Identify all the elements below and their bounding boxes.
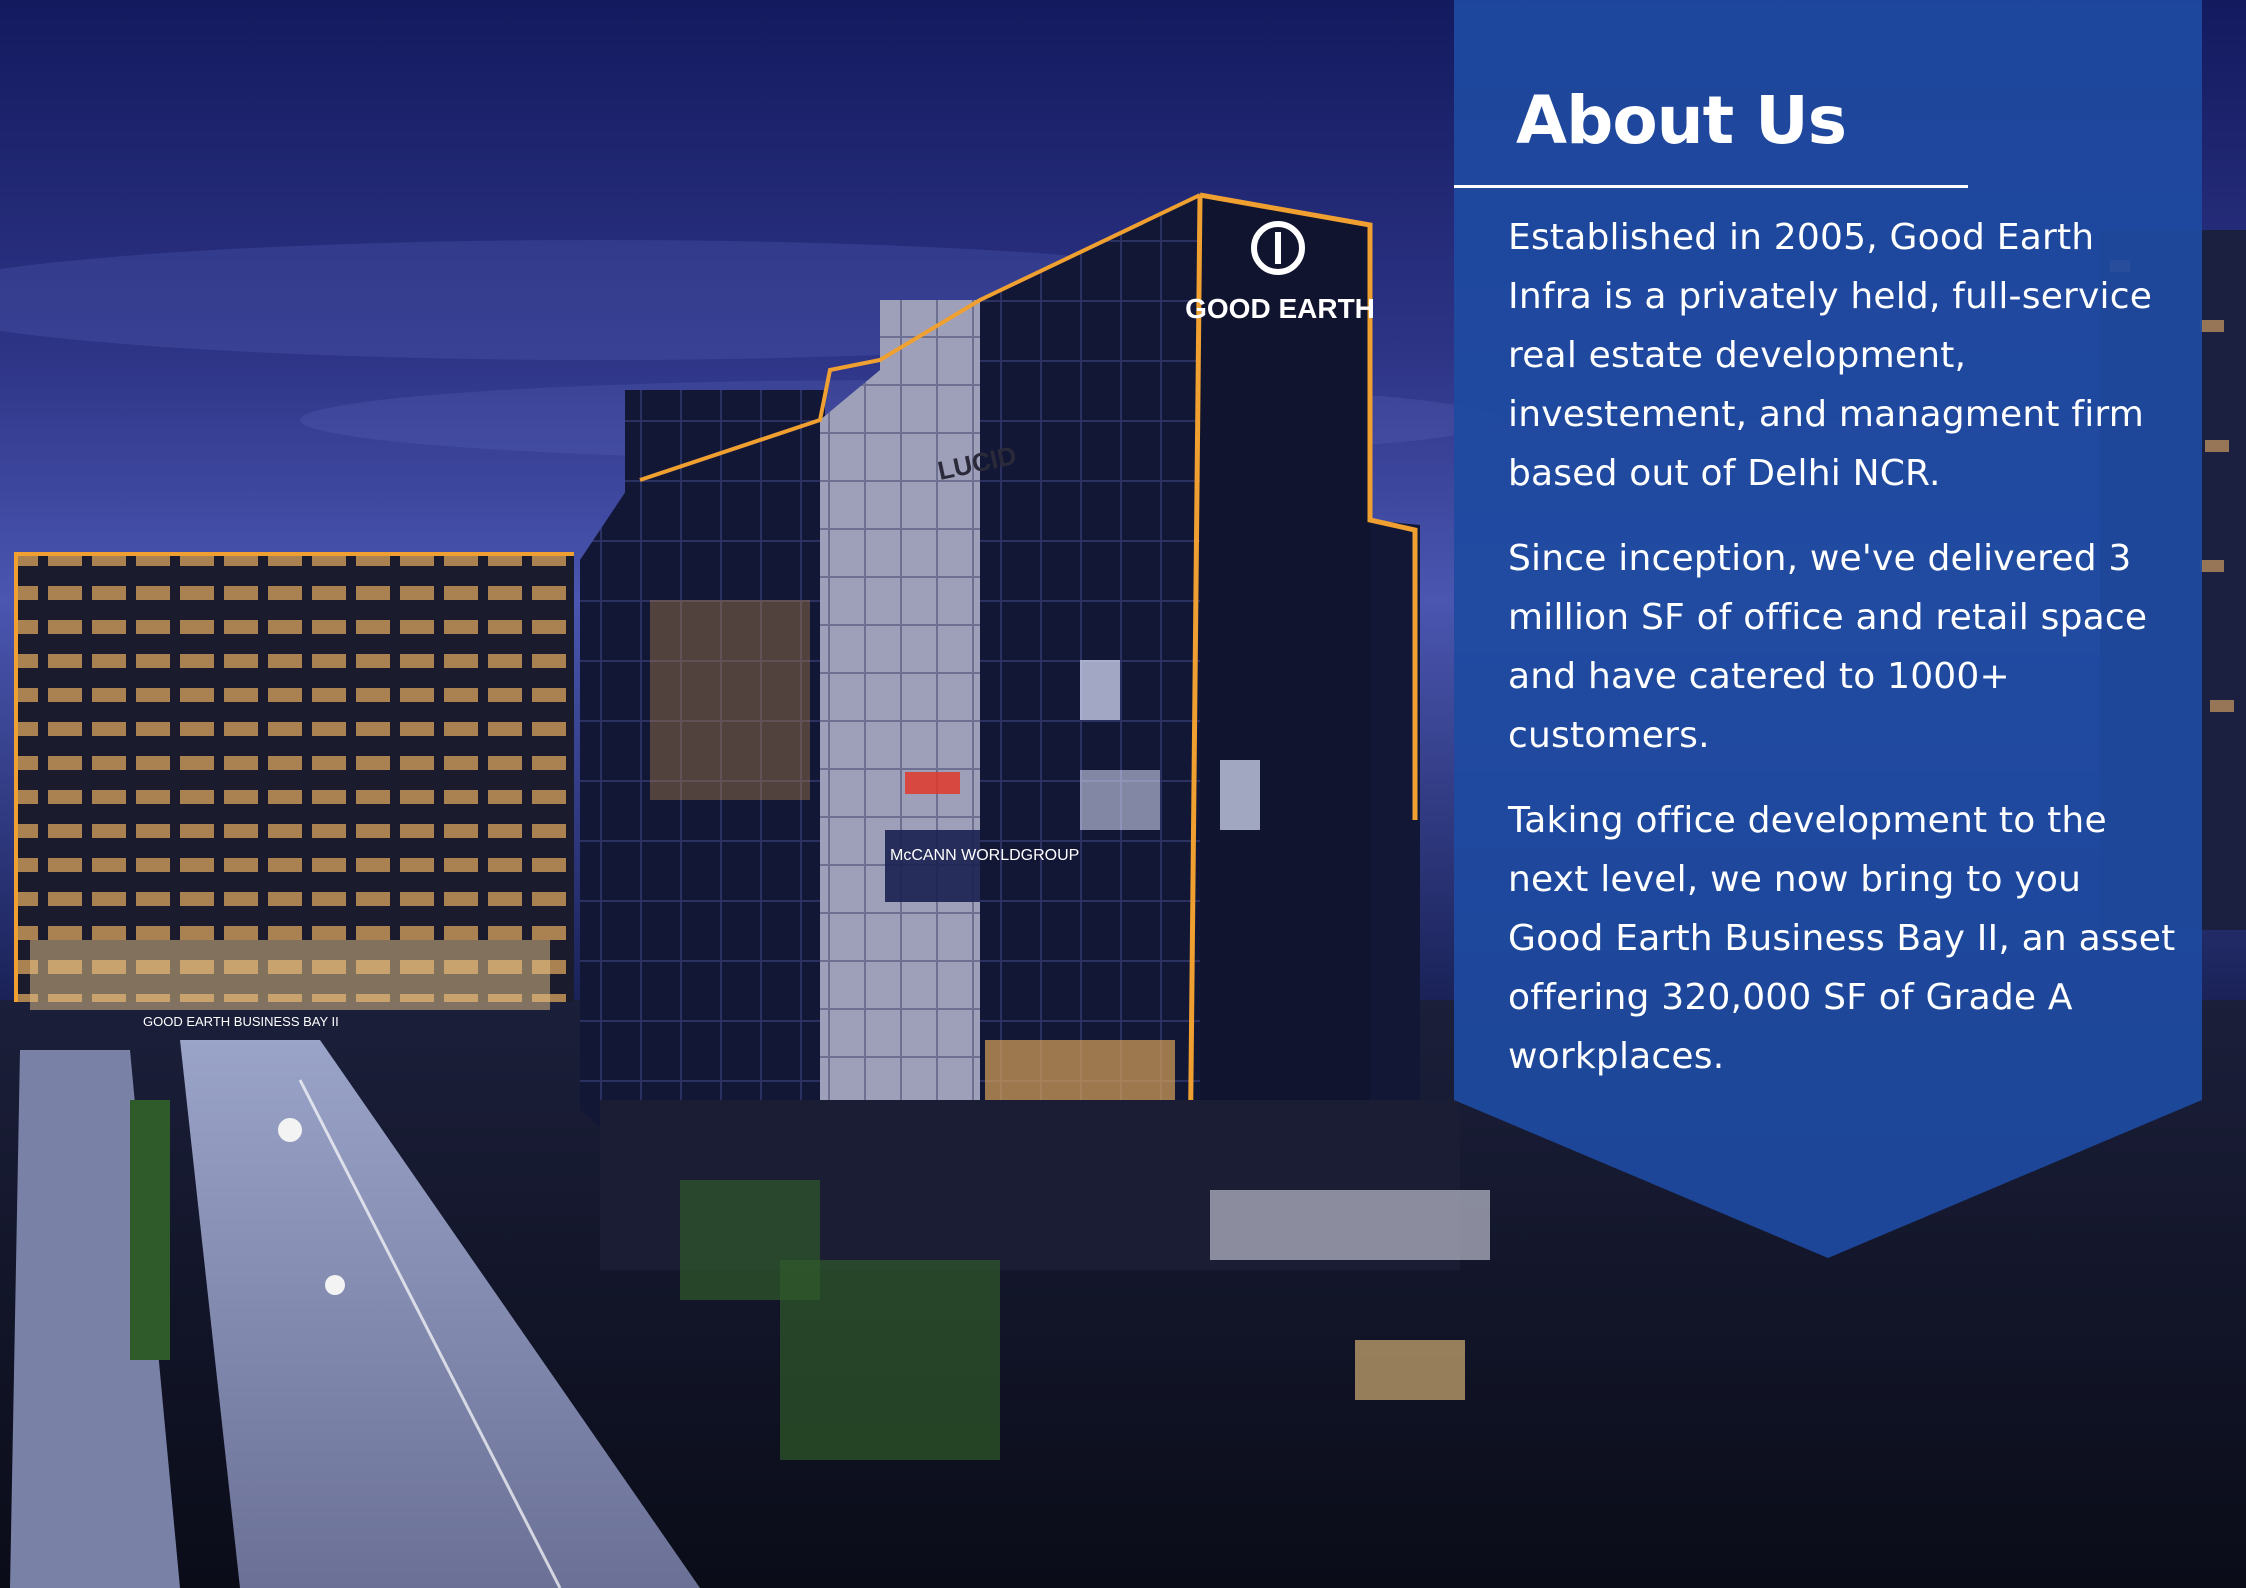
about-paragraph-established: Established in 2005, Good Earth Infra is… (1508, 217, 2153, 494)
business-bay-sign-text: GOOD EARTH BUSINESS BAY II (143, 1014, 339, 1029)
about-us-heading: About Us (1516, 82, 1847, 159)
mccann-sign-text: McCANN WORLDGROUP (890, 847, 1079, 864)
heading-underline (1454, 185, 1968, 188)
about-paragraph-delivered: Since inception, we've delivered 3 milli… (1508, 538, 2148, 756)
about-us-panel: About Us Established in 2005, Good Earth… (1454, 0, 2202, 1258)
about-us-body: Established in 2005, Good Earth Infra is… (1508, 208, 2188, 1112)
left-office-building (14, 552, 574, 1010)
about-paragraph-business-bay: Taking office development to the next le… (1508, 800, 2176, 1077)
tower-sign-text: GOOD EARTH (1185, 293, 1375, 324)
